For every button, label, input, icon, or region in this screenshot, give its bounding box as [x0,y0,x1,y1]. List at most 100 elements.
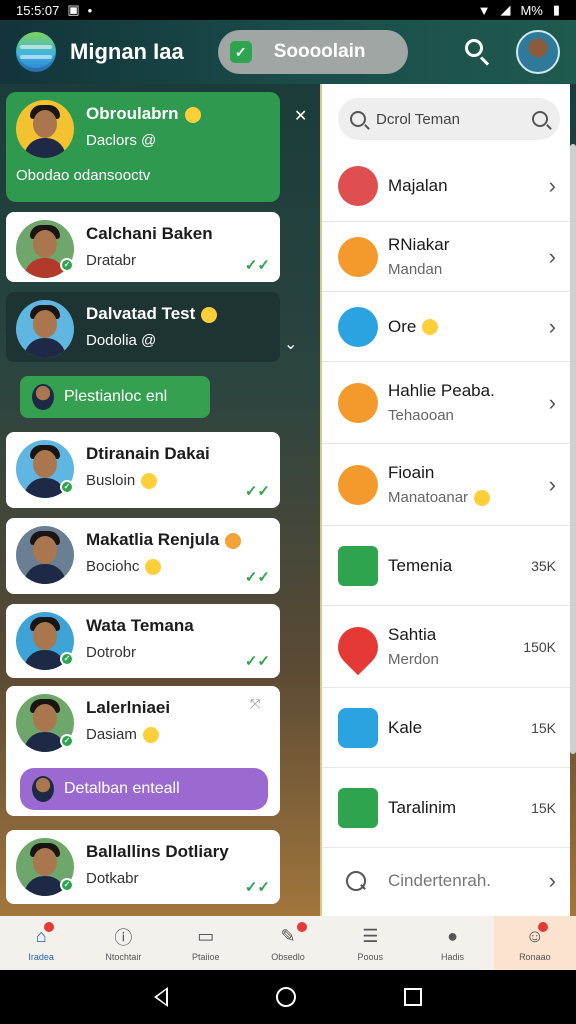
read-receipt-icon: ✓✓ [244,257,270,274]
conversation-subtitle: Daclors @ [86,132,157,149]
info-icon: ⓘ [114,927,133,948]
expand-icon[interactable]: ⤧ [250,696,260,712]
scrollbar[interactable] [570,144,576,754]
panel-item[interactable]: Kale 15K [322,688,570,768]
header-pill-label: Soooolain [273,41,366,62]
header-pill-button[interactable]: ✓ Soooolain [217,30,408,74]
message-bubble[interactable]: Plestianloc enl [20,376,210,418]
conversation-name: Obroulabrn [86,104,179,123]
panel-item-title: Hahlie Peaba. [388,381,495,400]
bubble-text: Detalban enteall [64,780,180,797]
nav-label: Ptaiioe [191,951,220,962]
screen-icon: ▭ [197,926,215,946]
panel-item[interactable]: Temenia 35K [322,526,570,606]
panel-item[interactable]: Sahtia Merdon 150K [322,606,570,688]
emoji-icon [184,106,201,123]
avatar [32,384,54,410]
conversation-subtitle: Bociohc [86,558,140,575]
panel-search-input[interactable]: Dcrol Teman [338,98,560,140]
bottom-nav: ⌂ Iradea ⓘ Ntochtair ▭ Ptaiioe ✎ Obsedlo… [0,916,576,970]
emoji-icon [422,319,439,336]
emoji-icon: ☺ [525,926,545,946]
conversation-item[interactable]: ✓ Ballallins Dotliary Dotkabr ✓✓ [6,830,280,904]
search-icon[interactable] [532,111,548,127]
panel-item-subtitle: Manatoanar [388,488,469,506]
nav-item-edit[interactable]: ✎ Obsedlo [247,916,329,970]
conversation-subtitle: Busloin [86,472,136,489]
emoji-icon [145,559,162,576]
nav-label: Ntochtair [105,951,142,962]
conversation-item[interactable]: Dalvatad Test Dodolia @ [6,292,280,362]
profile-avatar[interactable] [516,30,560,74]
panel-item-count: 15K [531,799,556,816]
conversation-item[interactable]: ✓ Dtiranain Dakai Busloin ✓✓ [6,432,280,508]
emoji-icon [338,382,378,423]
clock-icon [338,707,378,748]
emoji-icon [225,532,242,549]
message-bubble[interactable]: Detalban enteall [20,768,268,810]
nav-item-documents[interactable]: ☰ Poous [329,916,411,970]
panel-item[interactable]: Cindertenrah. › [322,848,570,914]
conversation-item[interactable]: Obroulabrn Daclors @ Obodao odansooctv [6,92,280,202]
panel-item[interactable]: Fioain Manatoanar › [322,444,570,526]
nav-item-home[interactable]: ⌂ Iradea [0,916,82,970]
chevron-right-icon: › [548,868,556,893]
nav-item-emoji[interactable]: ☺ Ronaao [493,916,576,970]
panel-item-subtitle: Tehaooan [388,407,454,424]
conversation-name: Ballallins Dotliary [86,842,229,861]
nav-item-screen[interactable]: ▭ Ptaiioe [165,916,247,970]
panel-item[interactable]: Hahlie Peaba. Tehaooan › [322,362,570,444]
conversation-subtitle: Dratabr [86,252,137,269]
panel-item[interactable]: Taralinim 15K [322,768,570,848]
avatar [16,526,74,584]
online-status-icon: ✓ [60,652,74,666]
nav-label: Ronaao [519,951,551,962]
panel-item[interactable]: Majalan › [322,150,570,222]
chevron-right-icon: › [548,471,556,497]
chevron-right-icon: › [548,389,556,415]
recent-apps-icon[interactable] [404,988,422,1006]
status-bar: 15:5:07 ▣ • ▼ ◢ M% ▮ [0,0,576,20]
conversation-preview: Obodao odansooctv [16,167,151,184]
app-header: Mignan Iaa ✓ Soooolain [0,20,576,84]
panel-search-placeholder: Dcrol Teman [376,110,460,128]
emoji-icon [142,727,159,744]
status-time: 15:5:07 [16,2,60,18]
conversation-subtitle: Dasiam [86,726,137,743]
close-icon[interactable]: ✕ [294,106,307,126]
search-icon[interactable] [462,36,494,68]
conversation-item[interactable]: ✓ Calchani Baken Dratabr ✓✓ [6,212,280,282]
nav-item-info[interactable]: ⓘ Ntochtair [82,916,164,970]
panel-item[interactable]: Ore › [322,292,570,362]
chevron-right-icon: › [548,313,556,339]
emoji-icon [338,236,378,277]
emoji-icon [201,306,218,323]
online-status-icon: ✓ [60,878,74,892]
panel-item-subtitle: Merdon [388,651,439,668]
nav-label: Obsedlo [271,951,305,962]
conversation-item[interactable]: ✓ Wata Temana Dotrobr ✓✓ [6,604,280,678]
back-icon[interactable] [154,987,168,1007]
conversation-item[interactable]: Makatlia Renjula Bociohc ✓✓ [6,518,280,594]
home-button-icon[interactable] [276,987,296,1007]
panel-item-subtitle: Mandan [388,261,443,278]
conversation-name: Dalvatad Test [86,304,196,323]
avatar [16,100,74,158]
main-content: Obroulabrn Daclors @ Obodao odansooctv ✕… [0,84,576,916]
wifi-icon: ◢ [500,2,511,17]
nav-item-profile[interactable]: ● Hadis [411,916,493,970]
panel-item-count: 35K [531,557,556,574]
app-title: Mignan Iaa [70,39,184,64]
conversation-subtitle: Dotkabr [86,870,139,887]
chevron-down-icon[interactable]: ⌄ [284,334,297,354]
chat-icon [338,306,378,347]
avatar [32,776,54,802]
panel-item[interactable]: RNiakar Mandan › [322,222,570,292]
dot-icon: • [87,2,93,18]
side-panel: Dcrol Teman Majalan › RNiakar Mandan › Or… [320,84,570,916]
panel-item-title: Sahtia [388,625,437,644]
app-logo-icon [16,32,56,72]
online-status-icon: ✓ [60,734,74,748]
battery-icon: ▮ [552,2,560,17]
location-pin-icon [329,618,387,675]
